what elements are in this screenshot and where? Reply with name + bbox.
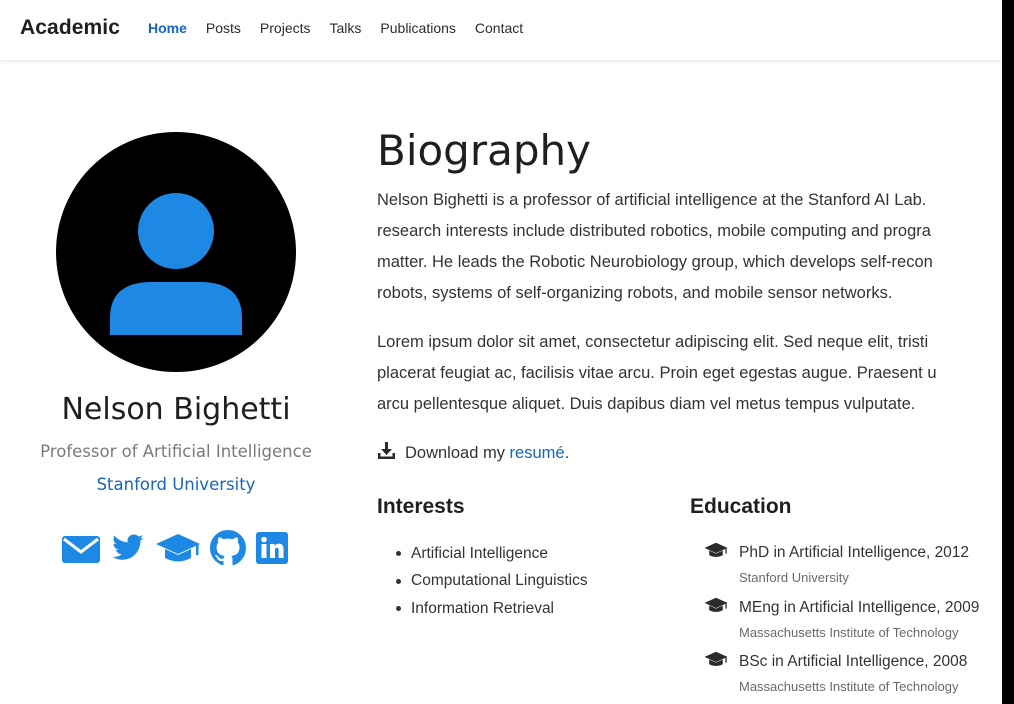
bio-line: placerat feugiat ac, facilisis vitae arc… [377,364,937,382]
bio-line: robots, systems of self-organizing robot… [377,284,893,302]
biography-paragraph-2: Lorem ipsum dolor sit amet, consectetur … [377,327,1014,420]
bullet-icon [396,578,401,584]
list-item: Information Retrieval [396,595,588,623]
envelope-icon[interactable] [61,531,101,570]
education-institution: Massachusetts Institute of Technology [739,679,959,694]
nav-publications[interactable]: Publications [380,20,456,36]
biography-title: Biography [377,126,591,175]
interest-label: Information Retrieval [411,599,555,617]
education-degree: BSc in Artificial Intelligence, 2008 [739,652,968,670]
twitter-icon[interactable] [109,531,147,570]
avatar [56,132,296,372]
nav-talks[interactable]: Talks [330,20,362,36]
nav-home[interactable]: Home [148,20,187,36]
education-institution: Massachusetts Institute of Technology [739,625,959,640]
interests-list: Artificial Intelligence Computational Li… [396,540,588,623]
education-title: Education [690,495,792,518]
education-item: MEng in Artificial Intelligence, 2009 Ma… [704,596,979,640]
social-links [61,530,289,571]
education-item: BSc in Artificial Intelligence, 2008 Mas… [704,650,967,694]
page: Academic Home Posts Projects Talks Publi… [0,0,1014,704]
download-text: Download my [405,443,510,462]
profile-role: Professor of Artificial Intelligence [40,442,312,461]
bio-line: Lorem ipsum dolor sit amet, consectetur … [377,333,929,351]
scrollbar-edge [1002,0,1014,704]
nav-links: Home Posts Projects Talks Publications C… [148,20,542,36]
user-icon [110,193,242,335]
bio-line: matter. He leads the Robotic Neurobiolog… [377,253,933,271]
education-institution: Stanford University [739,570,849,585]
nav-projects[interactable]: Projects [260,20,311,36]
interest-label: Computational Linguistics [411,572,588,590]
list-item: Artificial Intelligence [396,540,588,568]
nav-posts[interactable]: Posts [206,20,241,36]
graduation-cap-icon [704,650,728,673]
github-icon[interactable] [209,530,247,571]
graduation-cap-icon[interactable] [155,531,201,570]
graduation-cap-icon [704,541,728,564]
graduation-cap-icon [704,596,728,619]
linkedin-icon[interactable] [255,531,289,570]
profile-name: Nelson Bighetti [61,392,291,427]
biography-paragraph-1: Nelson Bighetti is a professor of artifi… [377,185,1014,309]
list-item: Computational Linguistics [396,568,588,596]
download-icon [377,441,396,465]
interests-title: Interests [377,495,465,518]
resume-link[interactable]: resumé [510,444,565,463]
profile-organization[interactable]: Stanford University [0,475,352,494]
bio-line: Nelson Bighetti is a professor of artifi… [377,191,927,209]
download-period: . [564,443,570,462]
brand-logo[interactable]: Academic [20,16,120,40]
download-resume: Download my resumé. [377,441,569,465]
bullet-icon [396,606,401,612]
education-degree: PhD in Artificial Intelligence, 2012 [739,543,970,561]
education-item: PhD in Artificial Intelligence, 2012 Sta… [704,541,969,585]
bio-line: research interests include distributed r… [377,222,931,240]
interest-label: Artificial Intelligence [411,544,548,562]
navbar: Academic Home Posts Projects Talks Publi… [0,0,1002,60]
bio-line: arcu pellentesque aliquet. Duis dapibus … [377,395,916,413]
nav-contact[interactable]: Contact [475,20,523,36]
education-degree: MEng in Artificial Intelligence, 2009 [739,598,980,616]
bullet-icon [396,551,401,557]
